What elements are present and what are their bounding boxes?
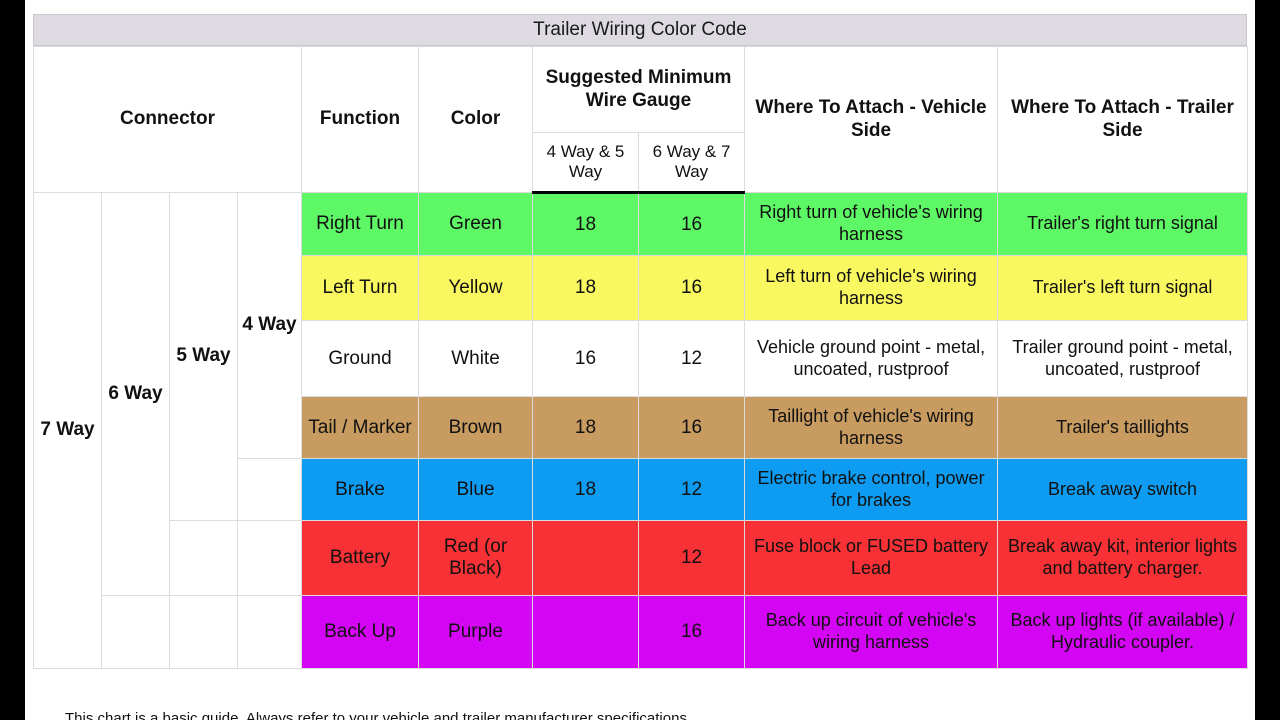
screenshot-stage: Trailer Wiring Color Code Connector Func… — [0, 0, 1280, 720]
cell-color: Red (or Black) — [418, 520, 533, 596]
cell-gauge-6-7-way: 16 — [637, 396, 746, 459]
cell-gauge-6-7-way: 12 — [637, 458, 746, 521]
cell-attach-trailer: Trailer's left turn signal — [997, 255, 1249, 321]
cell-attach-vehicle: Fuse block or FUSED battery Lead — [744, 520, 999, 596]
cell-gauge-6-7-way: 12 — [637, 320, 746, 397]
cell-color: Purple — [418, 595, 533, 669]
column-header-color: Color — [418, 46, 533, 193]
table-row: 7 Way 6 Way 5 Way 4 Way Right Turn Green… — [33, 192, 1249, 669]
cell-function: Back Up — [301, 595, 419, 669]
column-header-gauge-4-5-way: 4 Way & 5 Way — [532, 132, 639, 194]
connector-label-4-way: 4 Way — [237, 192, 302, 459]
table-header-row-main: Connector Function Color Suggested Minim… — [33, 46, 1249, 193]
cell-attach-vehicle: Electric brake control, power for brakes — [744, 458, 999, 521]
cell-function: Right Turn — [301, 192, 419, 256]
column-header-gauge-6-7-way: 6 Way & 7 Way — [637, 132, 746, 194]
cell-attach-vehicle: Right turn of vehicle's wiring harness — [744, 192, 999, 256]
cell-gauge-6-7-way: 16 — [637, 192, 746, 256]
connector-label-6-way: 6 Way — [101, 192, 170, 596]
connector-filler-4-way — [237, 458, 302, 521]
cell-attach-vehicle: Back up circuit of vehicle's wiring harn… — [744, 595, 999, 669]
cell-gauge-4-5-way — [532, 520, 639, 596]
cell-function: Left Turn — [301, 255, 419, 321]
cell-attach-trailer: Trailer's right turn signal — [997, 192, 1249, 256]
page-sheet: Trailer Wiring Color Code Connector Func… — [25, 0, 1255, 720]
cell-gauge-4-5-way: 18 — [532, 255, 639, 321]
cell-gauge-6-7-way: 16 — [637, 255, 746, 321]
column-header-attach-trailer: Where To Attach - Trailer Side — [997, 46, 1249, 193]
column-header-connector: Connector — [33, 46, 302, 193]
table-row: Back Up Purple 16 Back up circuit of veh… — [34, 595, 1249, 669]
footnote-text: This chart is a basic guide. Always refe… — [65, 710, 692, 720]
cell-function: Brake — [301, 458, 419, 521]
cell-attach-trailer: Trailer ground point - metal, uncoated, … — [997, 320, 1249, 397]
cell-gauge-4-5-way: 18 — [532, 396, 639, 459]
cell-gauge-6-7-way: 16 — [637, 595, 746, 669]
cell-function: Tail / Marker — [301, 396, 419, 459]
table-row: Battery Red (or Black) 12 Fuse block or … — [34, 520, 1249, 596]
connector-filler-4-way — [237, 520, 302, 596]
connector-filler-5-way — [169, 520, 238, 596]
page-title: Trailer Wiring Color Code — [33, 14, 1247, 46]
cell-attach-trailer: Back up lights (if available) / Hydrauli… — [997, 595, 1249, 669]
connector-label-5-way: 5 Way — [169, 192, 238, 521]
trailer-wiring-table: Connector Function Color Suggested Minim… — [33, 46, 1249, 669]
cell-attach-vehicle: Left turn of vehicle's wiring harness — [744, 255, 999, 321]
cell-color: Brown — [418, 396, 533, 459]
column-header-function: Function — [301, 46, 419, 193]
connector-label-7-way: 7 Way — [33, 192, 102, 669]
cell-function: Battery — [301, 520, 419, 596]
cell-gauge-6-7-way: 12 — [637, 520, 746, 596]
connector-filler-4-way — [237, 595, 302, 669]
cell-attach-vehicle: Vehicle ground point - metal, uncoated, … — [744, 320, 999, 397]
column-header-wire-gauge-group: Suggested Minimum Wire Gauge — [531, 46, 746, 133]
cell-attach-trailer: Break away switch — [997, 458, 1249, 521]
cell-gauge-4-5-way: 16 — [532, 320, 639, 397]
cell-gauge-4-5-way — [532, 595, 639, 669]
cell-color: Green — [418, 192, 533, 256]
cell-attach-trailer: Trailer's taillights — [997, 396, 1249, 459]
connector-filler-5-way — [169, 595, 238, 669]
cell-color: White — [418, 320, 533, 397]
column-header-attach-vehicle: Where To Attach - Vehicle Side — [744, 46, 999, 193]
cell-attach-trailer: Break away kit, interior lights and batt… — [997, 520, 1249, 596]
cell-gauge-4-5-way: 18 — [532, 458, 639, 521]
connector-filler-6-way — [101, 595, 170, 669]
cell-color: Blue — [418, 458, 533, 521]
cell-function: Ground — [301, 320, 419, 397]
cell-attach-vehicle: Taillight of vehicle's wiring harness — [744, 396, 999, 459]
cell-color: Yellow — [418, 255, 533, 321]
cell-gauge-4-5-way: 18 — [532, 192, 639, 256]
